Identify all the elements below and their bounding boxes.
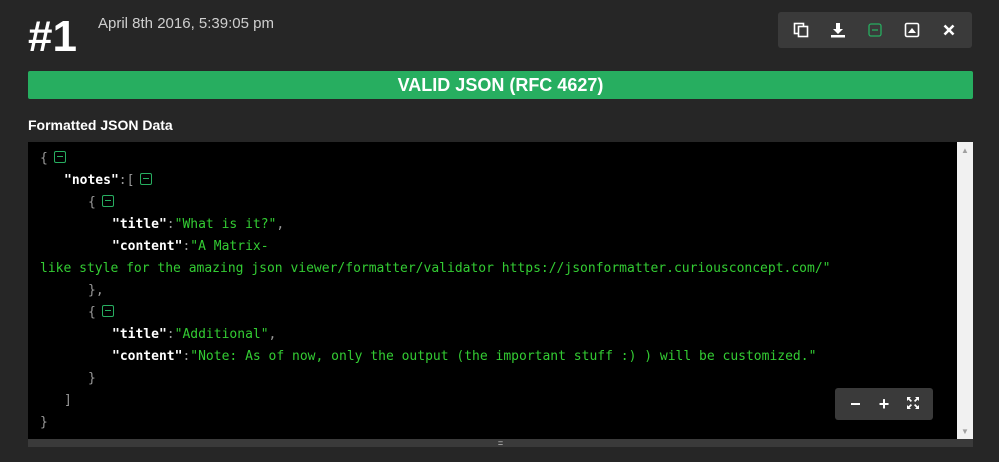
- resize-grip-icon: =: [497, 438, 504, 448]
- collapse-toggle-icon[interactable]: [101, 305, 114, 317]
- zoom-in-button[interactable]: +: [872, 392, 896, 416]
- expand-icon: [904, 22, 920, 38]
- fullscreen-button[interactable]: [901, 392, 925, 416]
- json-bracket: ]: [64, 393, 72, 408]
- json-string-value: "What is it?": [174, 217, 277, 232]
- json-punct: :: [166, 327, 175, 342]
- json-line: "content":"Note: As of now, only the out…: [112, 346, 816, 368]
- close-button[interactable]: [934, 15, 964, 45]
- json-brace: }: [40, 415, 48, 430]
- json-line: }: [88, 368, 96, 390]
- collapse-toggle-icon[interactable]: [101, 195, 114, 207]
- json-string-value: like style for the amazing json viewer/f…: [40, 261, 831, 276]
- json-line: {: [88, 302, 114, 324]
- copy-button[interactable]: [786, 15, 816, 45]
- json-key: "content": [112, 349, 183, 364]
- zoom-out-button[interactable]: −: [843, 392, 867, 416]
- zoom-controls: − +: [835, 388, 933, 420]
- json-line: "title":"Additional",: [112, 324, 276, 346]
- timestamp: April 8th 2016, 5:39:05 pm: [98, 15, 274, 32]
- download-button[interactable]: [823, 15, 853, 45]
- scroll-down-arrow-icon[interactable]: ▼: [957, 424, 973, 438]
- json-brace: },: [88, 283, 104, 298]
- json-line: }: [40, 412, 48, 434]
- resize-handle[interactable]: =: [28, 438, 973, 448]
- formatted-json-viewer[interactable]: { "notes":[ { "title":"What is it?", "co…: [28, 142, 957, 439]
- json-line: "title":"What is it?",: [112, 214, 284, 236]
- collapse-toggle-icon[interactable]: [140, 173, 153, 185]
- json-punct: ,: [276, 217, 285, 232]
- download-icon: [830, 22, 846, 38]
- json-brace: {: [40, 151, 48, 166]
- json-brace: {: [88, 195, 96, 210]
- formatted-json-heading: Formatted JSON Data: [28, 117, 173, 133]
- json-punct: ,: [268, 327, 277, 342]
- copy-icon: [793, 22, 809, 38]
- json-punct: :[: [118, 173, 135, 188]
- action-toolbar: [778, 12, 972, 48]
- fullscreen-icon: [906, 394, 920, 415]
- json-line: {: [88, 192, 114, 214]
- json-string-value: "A Matrix-: [190, 239, 269, 254]
- json-line: ]: [64, 390, 72, 412]
- page: #1 April 8th 2016, 5:39:05 pm VALID JSON…: [0, 0, 999, 462]
- json-key: "title": [112, 327, 167, 342]
- json-line: "notes":[: [64, 170, 153, 192]
- plus-icon: +: [878, 393, 890, 414]
- validation-status-banner: VALID JSON (RFC 4627): [28, 71, 973, 99]
- json-line: },: [88, 280, 104, 302]
- json-string-value: "Note: As of now, only the output (the i…: [190, 349, 817, 364]
- json-key: "content": [112, 239, 183, 254]
- collapse-all-icon: [867, 22, 883, 38]
- close-icon: [942, 23, 956, 37]
- json-string-value: "Additional": [174, 327, 269, 342]
- json-line: like style for the amazing json viewer/f…: [40, 258, 831, 280]
- json-key: "title": [112, 217, 167, 232]
- scroll-up-arrow-icon[interactable]: ▲: [957, 143, 973, 157]
- json-brace: }: [88, 371, 96, 386]
- collapse-toggle-icon[interactable]: [53, 151, 66, 163]
- minus-icon: −: [850, 393, 861, 414]
- json-line: "content":"A Matrix-: [112, 236, 269, 258]
- entry-number: #1: [28, 12, 77, 61]
- vertical-scrollbar[interactable]: ▲ ▼: [957, 142, 973, 439]
- json-punct: :: [166, 217, 175, 232]
- collapse-all-button[interactable]: [860, 15, 890, 45]
- json-line: {: [40, 148, 66, 170]
- json-key: "notes": [64, 173, 119, 188]
- json-brace: {: [88, 305, 96, 320]
- expand-button[interactable]: [897, 15, 927, 45]
